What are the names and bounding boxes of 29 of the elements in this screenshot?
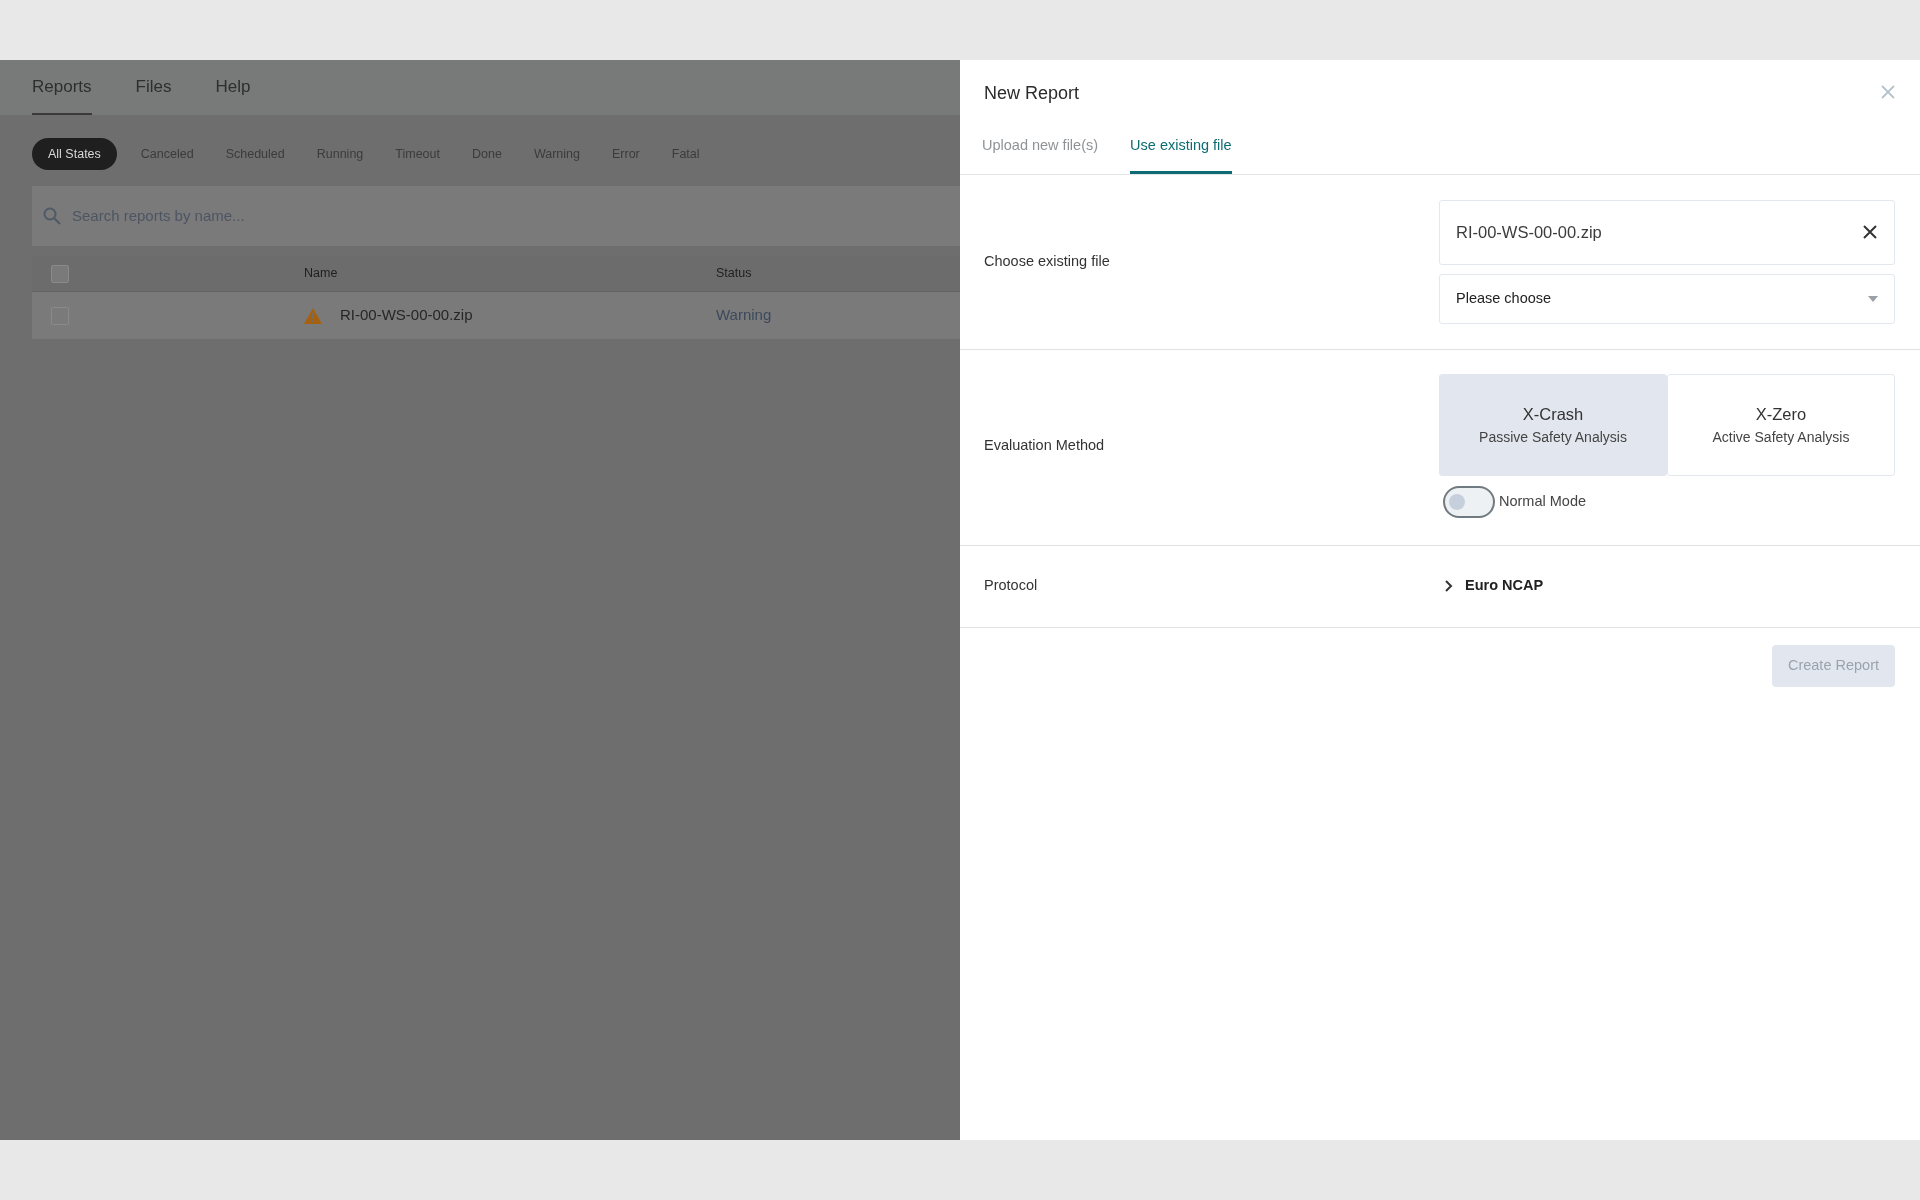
status-text: Warning <box>716 305 773 326</box>
column-header: Status <box>716 265 753 283</box>
column-header: Name <box>304 265 339 283</box>
file-name: RI-00-WS-00-00.zip <box>340 305 473 326</box>
nav-tab[interactable]: Help <box>215 73 251 115</box>
selected-file-name: RI-00-WS-00-00.zip <box>1456 221 1602 243</box>
nav-tab[interactable]: Reports <box>32 73 92 115</box>
toggle-label: Normal Mode <box>1499 491 1587 511</box>
toggle-switch[interactable] <box>1443 485 1495 518</box>
clear-icon[interactable] <box>1862 224 1878 241</box>
dialog-title: New Report <box>984 82 1080 105</box>
method-option[interactable]: X-Crash Passive Safety Analysis <box>1439 373 1667 476</box>
nav-tab[interactable]: Files <box>135 73 172 115</box>
field-label: Protocol <box>984 576 1039 596</box>
checkbox[interactable] <box>51 264 69 283</box>
method-option[interactable]: X-Zero Active Safety Analysis <box>1667 373 1895 476</box>
file-dropdown[interactable]: Please choose <box>1439 273 1895 324</box>
close-icon[interactable] <box>1880 84 1896 100</box>
search-icon <box>42 206 62 226</box>
protocol-expander[interactable]: Euro NCAP <box>1439 575 1895 598</box>
chevron-icon <box>1443 580 1453 593</box>
warning-icon <box>304 307 322 324</box>
tab[interactable]: Upload new file(s) <box>982 135 1099 174</box>
selected-file-field[interactable]: RI-00-WS-00-00.zip <box>1439 199 1895 265</box>
filter-chip[interactable]: All States <box>32 138 117 170</box>
tab[interactable]: Use existing file <box>1130 135 1232 174</box>
field-label: Choose existing file <box>984 251 1111 271</box>
caret-icon <box>1868 295 1878 302</box>
field-label: Evaluation Method <box>984 435 1106 455</box>
